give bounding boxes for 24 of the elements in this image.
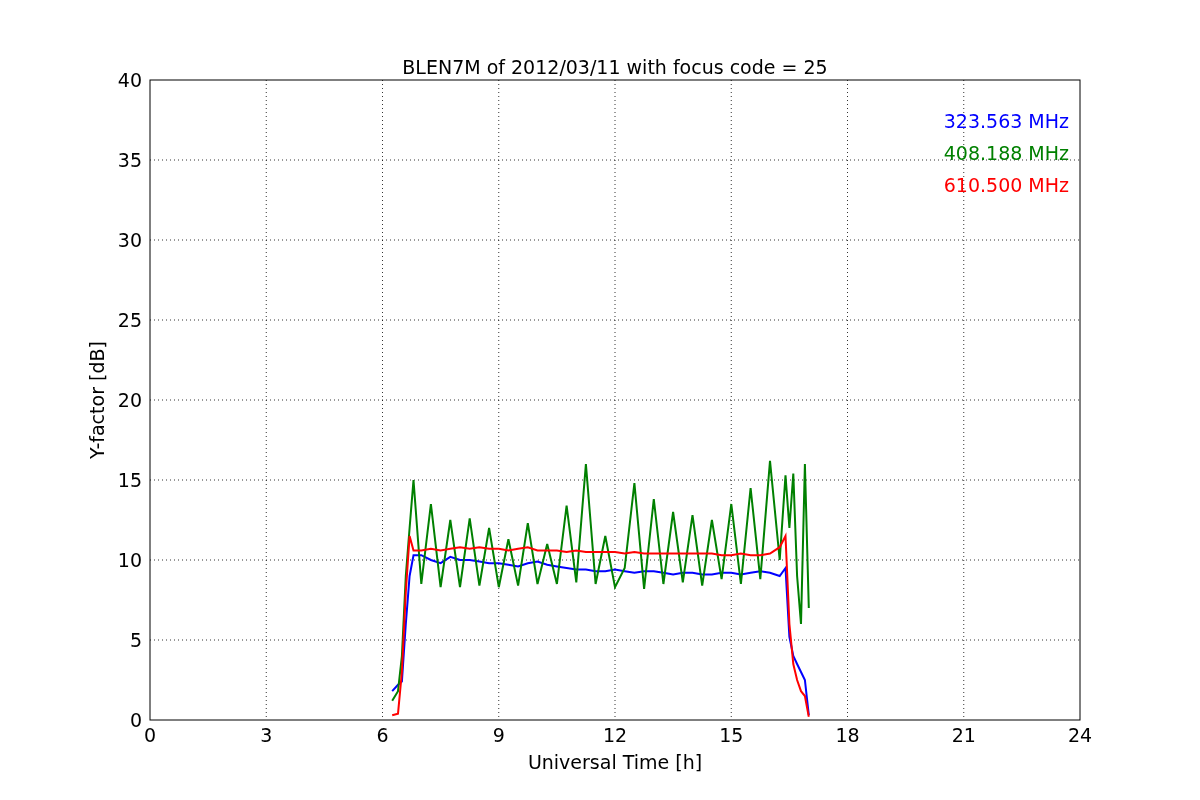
chart-title: BLEN7M of 2012/03/11 with focus code = 25 (402, 56, 828, 78)
legend-label: 610.500 MHz (943, 174, 1069, 196)
legend-label: 323.563 MHz (943, 110, 1069, 132)
x-tick-label: 9 (492, 724, 505, 746)
x-tick-label: 18 (835, 724, 860, 746)
y-tick-label: 20 (117, 389, 142, 411)
x-tick-label: 15 (719, 724, 744, 746)
x-tick-label: 6 (376, 724, 389, 746)
y-tick-label: 5 (129, 629, 142, 651)
y-tick-label: 30 (117, 229, 142, 251)
legend-label: 408.188 MHz (943, 142, 1069, 164)
x-tick-label: 3 (260, 724, 273, 746)
x-axis-label: Universal Time [h] (527, 751, 703, 773)
x-tick-label: 24 (1067, 724, 1093, 746)
y-tick-label: 15 (117, 469, 142, 491)
y-axis-label: Y-factor [dB] (86, 341, 108, 459)
y-tick-label: 35 (117, 149, 142, 171)
y-tick-label: 25 (117, 309, 142, 331)
y-tick-label: 0 (129, 709, 142, 731)
x-tick-label: 0 (143, 724, 157, 746)
y-tick-label: 40 (117, 69, 142, 91)
y-tick-label: 10 (117, 549, 142, 571)
x-tick-label: 12 (602, 724, 628, 746)
x-tick-label: 21 (951, 724, 976, 746)
